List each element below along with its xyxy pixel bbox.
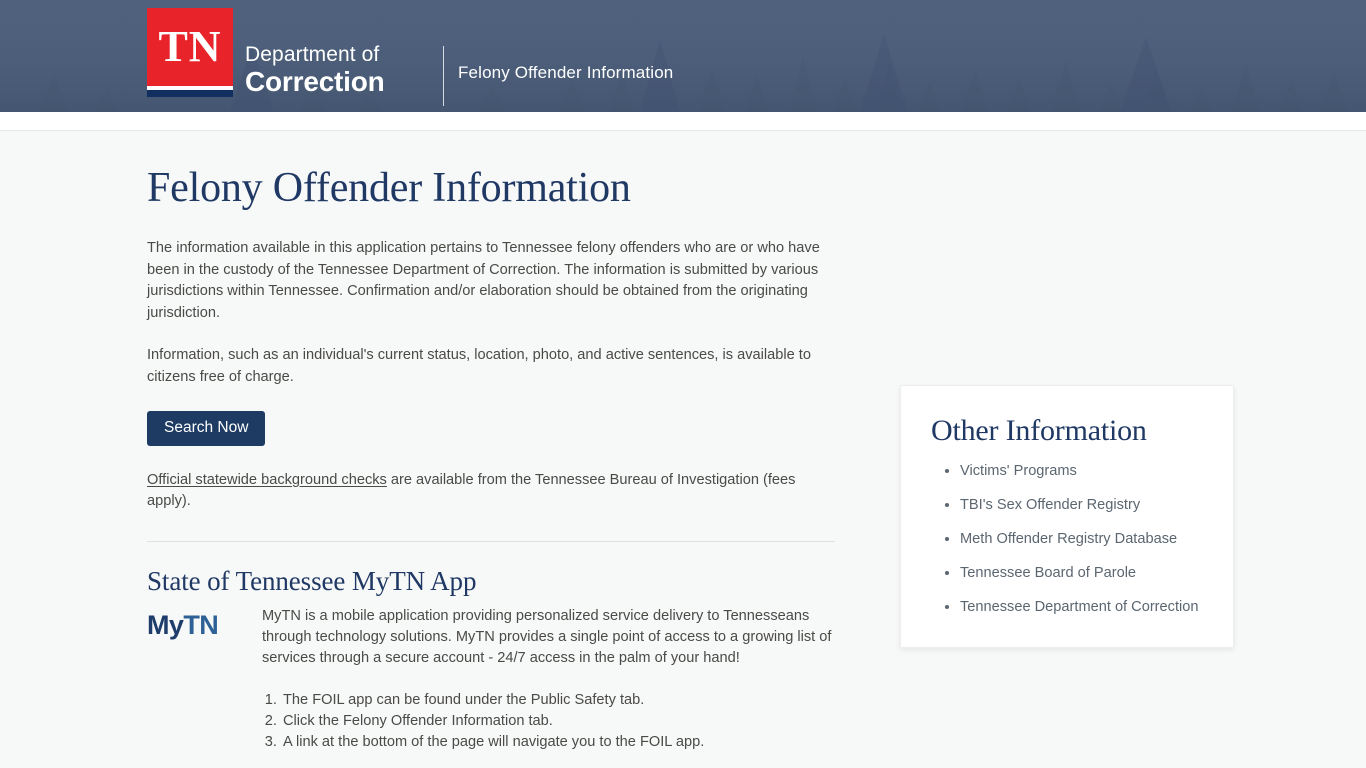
list-item: A link at the bottom of the page will na… <box>281 732 837 753</box>
site-header: TN Department of Correction Felony Offen… <box>0 0 1366 112</box>
list-item[interactable]: Meth Offender Registry Database <box>960 530 1203 549</box>
main-content-column: Felony Offender Information The informat… <box>147 165 837 753</box>
list-item[interactable]: Victims' Programs <box>960 462 1203 481</box>
mytn-description-block: MyTN is a mobile application providing p… <box>262 606 837 753</box>
header-subtitle: Felony Offender Information <box>458 63 674 82</box>
list-item: Click the Felony Offender Information ta… <box>281 711 837 732</box>
list-item[interactable]: TBI's Sex Offender Registry <box>960 496 1203 515</box>
header-vertical-divider <box>443 46 444 106</box>
list-item[interactable]: Tennessee Department of Correction <box>960 598 1203 617</box>
other-information-card: Other Information Victims' Programs TBI'… <box>900 385 1234 648</box>
background-check-paragraph: Official statewide background checks are… <box>147 470 835 513</box>
mytn-logo: MyTN <box>147 606 262 639</box>
department-line-1: Department of <box>245 43 380 66</box>
sidebar-link-department-of-correction[interactable]: Tennessee Department of Correction <box>960 599 1199 615</box>
page-body: Felony Offender Information The informat… <box>0 131 1366 767</box>
intro-paragraph-2: Information, such as an individual's cur… <box>147 347 811 385</box>
sidebar-link-meth-offender-registry[interactable]: Meth Offender Registry Database <box>960 531 1177 547</box>
search-now-button[interactable]: Search Now <box>147 411 266 446</box>
page-title: Felony Offender Information <box>147 165 631 211</box>
mytn-logo-tn: TN <box>183 609 219 640</box>
mytn-description: MyTN is a mobile application providing p… <box>262 607 832 666</box>
other-information-list: Victims' Programs TBI's Sex Offender Reg… <box>931 462 1203 617</box>
tn-logo-navy-bar <box>147 90 233 97</box>
section-divider <box>147 540 835 542</box>
sidebar-link-board-of-parole[interactable]: Tennessee Board of Parole <box>960 565 1136 581</box>
department-name: Department of Correction <box>245 43 385 98</box>
other-information-title: Other Information <box>931 414 1147 447</box>
mytn-logo-my: My <box>147 609 184 640</box>
tn-logo-text: TN <box>158 22 222 71</box>
header-under-strip <box>0 112 1366 131</box>
tn-logo-square: TN <box>147 8 233 86</box>
mytn-section-title: State of Tennessee MyTN App <box>147 565 477 596</box>
background-check-link[interactable]: Official statewide background checks <box>147 472 387 488</box>
tn-state-logo[interactable]: TN <box>147 8 233 97</box>
department-line-2: Correction <box>245 66 385 98</box>
list-item: The FOIL app can be found under the Publ… <box>281 690 837 711</box>
list-item[interactable]: Tennessee Board of Parole <box>960 564 1203 583</box>
intro-paragraph-1: The information available in this applic… <box>147 240 820 321</box>
mytn-row: MyTN MyTN is a mobile application provid… <box>147 606 837 753</box>
sidebar-link-victims-programs[interactable]: Victims' Programs <box>960 463 1077 479</box>
mytn-steps-list: The FOIL app can be found under the Publ… <box>262 690 837 753</box>
sidebar-link-sex-offender-registry[interactable]: TBI's Sex Offender Registry <box>960 497 1140 513</box>
